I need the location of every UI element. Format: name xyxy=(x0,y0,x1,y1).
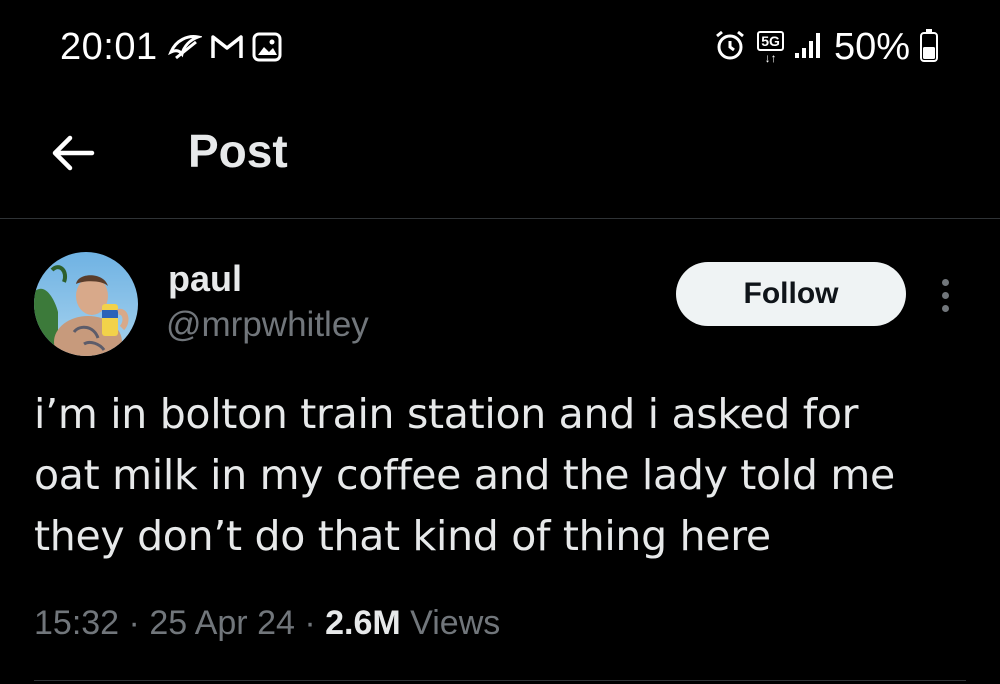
status-bar: 20:01 5G ↓↑ 50% xyxy=(0,0,1000,100)
swift-icon xyxy=(168,32,204,67)
display-name[interactable]: paul xyxy=(168,258,242,300)
post-time[interactable]: 15:32 xyxy=(34,604,119,642)
status-right: 5G ↓↑ 50% xyxy=(713,26,938,69)
page-title: Post xyxy=(188,125,288,177)
battery-icon xyxy=(920,28,938,67)
more-vertical-icon xyxy=(941,278,949,286)
signal-icon xyxy=(794,31,824,64)
separator: · xyxy=(128,604,140,642)
views-count[interactable]: 2.6M xyxy=(325,604,401,642)
divider xyxy=(34,680,966,681)
top-app-bar: Post xyxy=(0,100,1000,219)
post-text: i’m in bolton train station and i asked … xyxy=(34,384,974,567)
post-text-line: oat milk in my coffee and the lady told … xyxy=(34,451,895,499)
more-options-button[interactable] xyxy=(930,270,960,320)
gmail-icon xyxy=(210,33,244,66)
battery-percent: 50% xyxy=(833,26,910,68)
notification-icons xyxy=(168,32,282,67)
separator: · xyxy=(304,604,316,642)
post-date[interactable]: 25 Apr 24 xyxy=(149,604,295,642)
network-5g-icon: 5G ↓↑ xyxy=(757,31,784,64)
data-arrows-icon: ↓↑ xyxy=(764,51,777,65)
status-time: 20:01 xyxy=(60,26,158,68)
arrow-left-icon xyxy=(52,135,95,171)
user-handle[interactable]: @mrpwhitley xyxy=(166,305,369,345)
post-text-line: i’m in bolton train station and i asked … xyxy=(34,390,859,438)
views-label[interactable]: Views xyxy=(410,604,500,642)
back-button[interactable] xyxy=(48,128,98,178)
post-metadata: 15:32 · 25 Apr 24 · 2.6M Views xyxy=(34,604,500,643)
avatar[interactable] xyxy=(34,252,138,356)
gallery-icon xyxy=(252,32,282,67)
post-text-line: they don’t do that kind of thing here xyxy=(34,512,771,560)
alarm-icon xyxy=(713,28,747,67)
follow-button[interactable]: Follow xyxy=(676,262,906,326)
